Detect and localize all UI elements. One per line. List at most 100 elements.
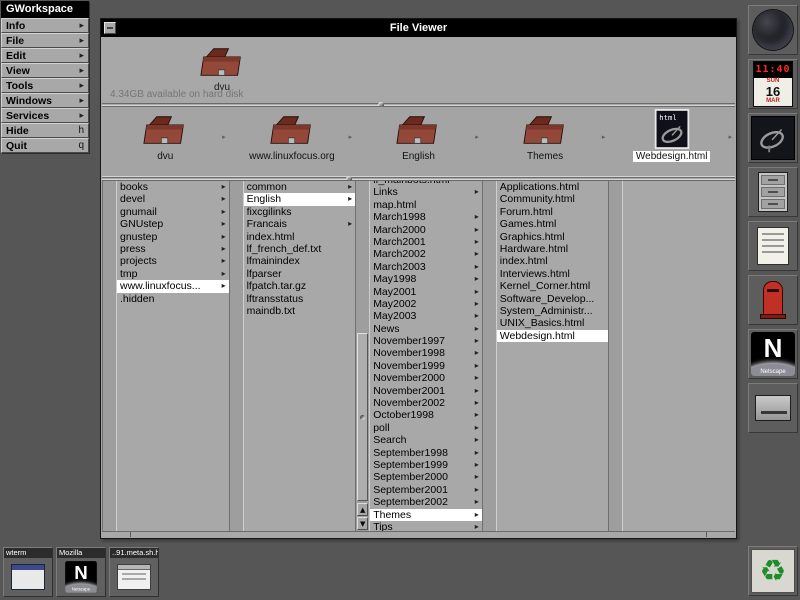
menu-item-edit[interactable]: Edit▸ (1, 48, 89, 63)
file-row-november2002[interactable]: November2002▸ (370, 397, 482, 409)
file-row-community-html[interactable]: Community.html (497, 193, 609, 205)
file-row-lf-french-def-txt[interactable]: lf_french_def.txt (244, 243, 356, 255)
file-row-september1998[interactable]: September1998▸ (370, 447, 482, 459)
file-row-november1997[interactable]: November1997▸ (370, 335, 482, 347)
file-row-lfparser[interactable]: lfparser (244, 268, 356, 280)
file-row-september2002[interactable]: September2002▸ (370, 496, 482, 508)
file-row-map-html[interactable]: map.html (370, 199, 482, 211)
file-row-october1998[interactable]: October1998▸ (370, 409, 482, 421)
dock-item-netscape-app[interactable]: NNetscape (748, 329, 798, 379)
dock-item-sphere-app[interactable] (748, 5, 798, 55)
scrollbar-thumb[interactable] (357, 333, 368, 501)
shelf-item-themes[interactable]: Themes▸ (482, 107, 609, 176)
file-row-september2000[interactable]: September2000▸ (370, 471, 482, 483)
window-titlebar[interactable]: File Viewer (101, 19, 736, 37)
file-row-graphics-html[interactable]: Graphics.html (497, 231, 609, 243)
shelf-item-dvu[interactable]: dvu▸ (102, 107, 229, 176)
file-row-may2002[interactable]: May2002▸ (370, 298, 482, 310)
file-row-gnustep[interactable]: GNUstep▸ (117, 218, 229, 230)
file-row-webdesign-html[interactable]: Webdesign.html (497, 330, 609, 342)
file-row-gnumail[interactable]: gnumail▸ (117, 206, 229, 218)
file-row-november1999[interactable]: November1999▸ (370, 360, 482, 372)
shelf-item-www-linuxfocus-org[interactable]: www.linuxfocus.org▸ (229, 107, 356, 176)
menu-title[interactable]: GWorkspace (1, 1, 89, 18)
menu-item-tools[interactable]: Tools▸ (1, 78, 89, 93)
file-row-november1998[interactable]: November1998▸ (370, 347, 482, 359)
column-scrollbar[interactable]: ▲▼ (355, 181, 370, 531)
file-row-games-html[interactable]: Games.html (497, 218, 609, 230)
column-scrollbar[interactable] (482, 181, 497, 531)
file-row-november2000[interactable]: November2000▸ (370, 372, 482, 384)
file-row-september1999[interactable]: September1999▸ (370, 459, 482, 471)
miniaturize-button[interactable] (104, 22, 116, 34)
menu-item-quit[interactable]: Quitq (1, 138, 89, 153)
file-row-gnustep[interactable]: gnustep▸ (117, 231, 229, 243)
file-row-november2001[interactable]: November2001▸ (370, 385, 482, 397)
file-row-books[interactable]: books▸ (117, 181, 229, 193)
file-row-system-administr[interactable]: System_Administr... (497, 305, 609, 317)
file-row-applications-html[interactable]: Applications.html (497, 181, 609, 193)
column-scrollbar[interactable] (102, 181, 117, 531)
dock-item-dish-app[interactable] (748, 113, 798, 163)
file-row-index-html[interactable]: index.html (244, 231, 356, 243)
menu-item-info[interactable]: Info▸ (1, 18, 89, 33)
file-row-themes[interactable]: Themes▸ (370, 509, 482, 521)
file-row-www-linuxfocus[interactable]: www.linuxfocus...▸ (117, 280, 229, 292)
file-row-forum-html[interactable]: Forum.html (497, 206, 609, 218)
menu-item-windows[interactable]: Windows▸ (1, 93, 89, 108)
window-resize-bar[interactable] (102, 531, 735, 537)
scroll-up-button[interactable]: ▲ (357, 503, 368, 516)
miniwindow-91-meta-sh-html[interactable]: ..91.meta.sh.html (109, 547, 159, 597)
scroll-down-button[interactable]: ▼ (357, 517, 368, 530)
root-volume-item[interactable]: dvu (192, 41, 252, 93)
file-row-hidden[interactable]: .hidden (117, 293, 229, 305)
file-row-tips[interactable]: Tips▸ (370, 521, 482, 531)
file-row-kernel-corner-html[interactable]: Kernel_Corner.html (497, 280, 609, 292)
file-row-march2001[interactable]: March2001▸ (370, 236, 482, 248)
file-row-poll[interactable]: poll▸ (370, 422, 482, 434)
file-row-english[interactable]: English▸ (244, 193, 356, 205)
dock-item-recycler[interactable]: ♻ (748, 546, 798, 596)
file-row-maindb-txt[interactable]: maindb.txt (244, 305, 356, 317)
file-row-press[interactable]: press▸ (117, 243, 229, 255)
miniwindow-mozilla[interactable]: MozillaNNetscape (56, 547, 106, 597)
file-row-march2002[interactable]: March2002▸ (370, 248, 482, 260)
dock-item-drive-app[interactable] (748, 383, 798, 433)
file-row-lfpatch-tar-gz[interactable]: lfpatch.tar.gz (244, 280, 356, 292)
file-row-software-develop[interactable]: Software_Develop... (497, 293, 609, 305)
shelf-item-webdesign-html[interactable]: htmlWebdesign.html▸ (608, 107, 735, 176)
menu-item-view[interactable]: View▸ (1, 63, 89, 78)
file-row-index-html[interactable]: index.html (497, 255, 609, 267)
file-row-march2003[interactable]: March2003▸ (370, 261, 482, 273)
column-scrollbar[interactable] (229, 181, 244, 531)
dock-item-mail-app[interactable] (748, 275, 798, 325)
file-row-march2000[interactable]: March2000▸ (370, 224, 482, 236)
dock-item-clock[interactable]: 11:40SUN16MAR (748, 59, 798, 109)
file-row-september2001[interactable]: September2001▸ (370, 484, 482, 496)
file-row-news[interactable]: News▸ (370, 323, 482, 335)
file-row-common[interactable]: common▸ (244, 181, 356, 193)
shelf-item-english[interactable]: English▸ (355, 107, 482, 176)
file-row-tmp[interactable]: tmp▸ (117, 268, 229, 280)
file-row-fixcgilinks[interactable]: fixcgilinks (244, 206, 356, 218)
file-row-hardware-html[interactable]: Hardware.html (497, 243, 609, 255)
file-row-march1998[interactable]: March1998▸ (370, 211, 482, 223)
file-row-links[interactable]: Links▸ (370, 186, 482, 198)
dock-item-file-cabinet-app[interactable] (748, 167, 798, 217)
file-row-search[interactable]: Search▸ (370, 434, 482, 446)
column-scrollbar[interactable] (608, 181, 623, 531)
miniwindow-wterm[interactable]: wterm (3, 547, 53, 597)
menu-item-file[interactable]: File▸ (1, 33, 89, 48)
file-row-unix-basics-html[interactable]: UNIX_Basics.html (497, 317, 609, 329)
file-row-lfmainindex[interactable]: lfmainindex (244, 255, 356, 267)
file-row-may1998[interactable]: May1998▸ (370, 273, 482, 285)
file-row-projects[interactable]: projects▸ (117, 255, 229, 267)
dock-item-notes-app[interactable] (748, 221, 798, 271)
menu-item-hide[interactable]: Hideh (1, 123, 89, 138)
file-row-may2003[interactable]: May2003▸ (370, 310, 482, 322)
file-row-francais[interactable]: Francais▸ (244, 218, 356, 230)
menu-item-services[interactable]: Services▸ (1, 108, 89, 123)
file-row-devel[interactable]: devel▸ (117, 193, 229, 205)
file-row-interviews-html[interactable]: Interviews.html (497, 268, 609, 280)
file-row-lftransstatus[interactable]: lftransstatus (244, 293, 356, 305)
